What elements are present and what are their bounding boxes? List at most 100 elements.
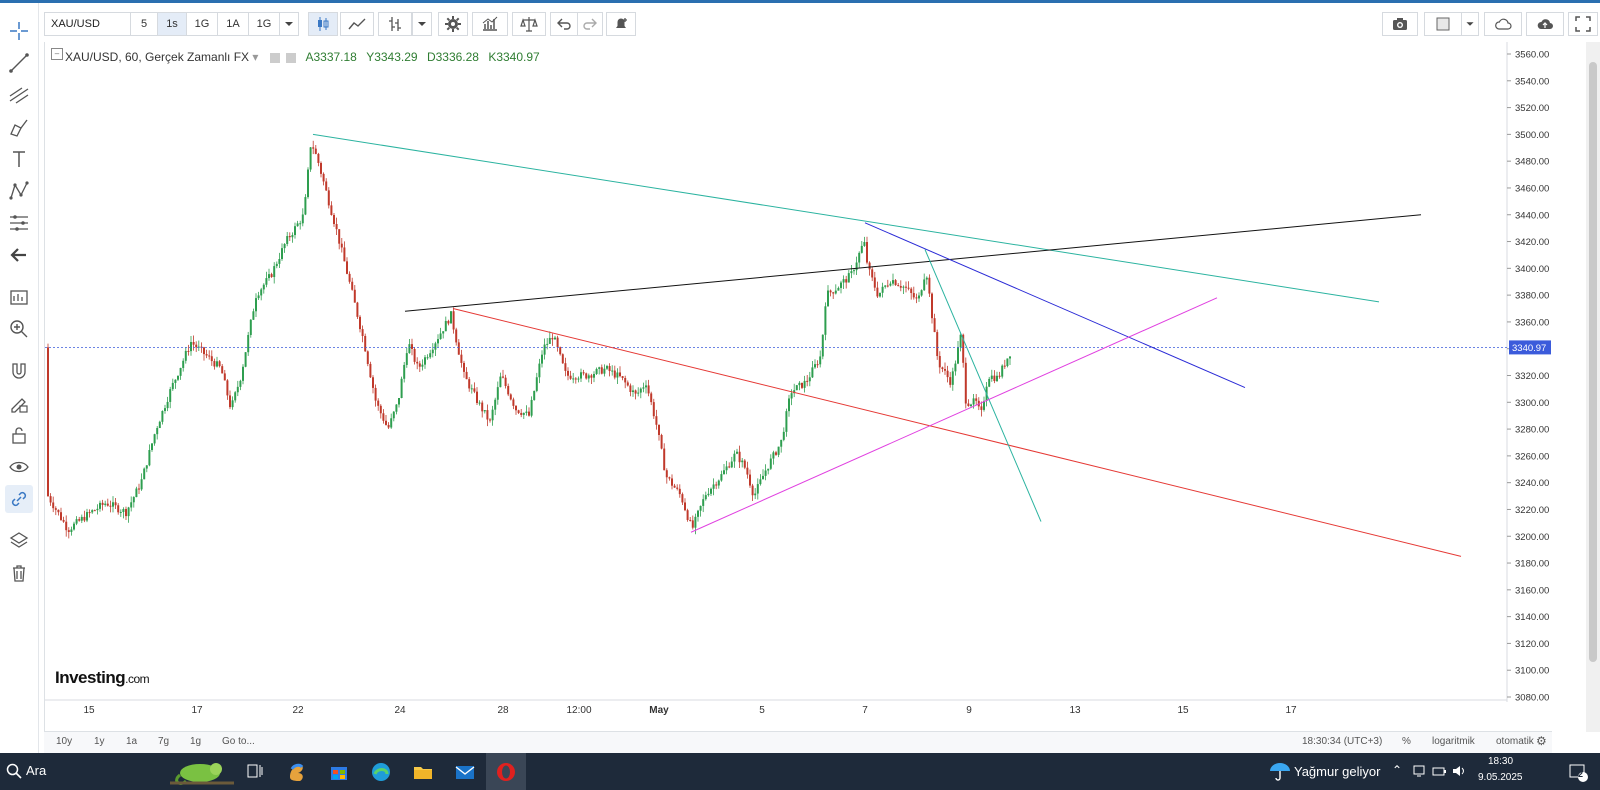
- cloud-save-button[interactable]: [1526, 12, 1564, 36]
- back-arrow-icon[interactable]: [5, 241, 33, 269]
- legend-dropdown-icon[interactable]: ▾: [252, 50, 258, 64]
- candle-body: [624, 377, 627, 383]
- teal-steep-line[interactable]: [924, 249, 1042, 522]
- indicators-button[interactable]: [472, 12, 508, 36]
- pattern-tool-icon[interactable]: [5, 177, 33, 205]
- tray-chevron-icon[interactable]: ⌃: [1392, 763, 1402, 777]
- symbol-input[interactable]: [44, 12, 132, 36]
- time-tick-label: 7: [862, 705, 868, 716]
- auto-toggle[interactable]: otomatik: [1496, 736, 1534, 747]
- goto-button[interactable]: Go to...: [222, 736, 255, 747]
- candle-body: [114, 502, 117, 506]
- red-support-line[interactable]: [452, 308, 1462, 557]
- range-7g[interactable]: 7g: [158, 736, 169, 747]
- edge-icon[interactable]: [370, 761, 392, 783]
- clock-time[interactable]: 18:30: [1488, 756, 1513, 767]
- cloud-load-button[interactable]: [1484, 12, 1522, 36]
- interval-5-button[interactable]: 5: [130, 12, 158, 36]
- link-icon[interactable]: [5, 485, 33, 513]
- candle-body: [119, 511, 122, 513]
- style-dropdown[interactable]: [412, 12, 432, 36]
- interval-1a-button[interactable]: 1A: [217, 12, 249, 36]
- search-label[interactable]: Ara: [26, 763, 46, 778]
- candle-body: [234, 392, 237, 401]
- candle-body: [132, 497, 135, 503]
- redo-button[interactable]: [577, 12, 603, 36]
- undo-button[interactable]: [550, 12, 578, 36]
- interval-dropdown[interactable]: [279, 12, 299, 36]
- candle-body: [515, 405, 517, 411]
- fib-tools-icon[interactable]: [5, 81, 33, 109]
- volume-icon[interactable]: [1452, 764, 1466, 778]
- range-1g[interactable]: 1g: [190, 736, 201, 747]
- box-dropdown[interactable]: [1461, 12, 1479, 36]
- candles-style-button[interactable]: [308, 12, 338, 36]
- opera-browser-icon[interactable]: [486, 753, 526, 790]
- candle-body: [208, 355, 211, 357]
- compare-button[interactable]: [512, 12, 546, 36]
- network-icon[interactable]: [1412, 764, 1426, 778]
- zoom-in-icon[interactable]: [5, 315, 33, 343]
- clock-date[interactable]: 9.05.2025: [1478, 772, 1523, 783]
- candle-body: [468, 379, 471, 389]
- alert-button[interactable]: [606, 12, 636, 36]
- task-view-icon[interactable]: [246, 762, 264, 780]
- screenshot-button[interactable]: [1382, 12, 1418, 36]
- weather-umbrella-icon[interactable]: [1268, 761, 1292, 781]
- candle-body: [673, 485, 676, 488]
- log-toggle[interactable]: logaritmik: [1432, 736, 1475, 747]
- interval-1g-alt-button[interactable]: 1G: [248, 12, 280, 36]
- window-scrollbar[interactable]: [1586, 42, 1600, 732]
- mail-icon[interactable]: [454, 761, 476, 783]
- scrollbar-thumb[interactable]: [1589, 62, 1597, 662]
- candle-body: [151, 443, 153, 451]
- lock-icon[interactable]: [5, 421, 33, 449]
- candle-body: [382, 413, 385, 421]
- crosshair-icon[interactable]: [5, 17, 33, 45]
- range-1a[interactable]: 1a: [126, 736, 137, 747]
- gear-icon[interactable]: ⚙: [1536, 734, 1547, 748]
- price-chart[interactable]: 3560.00 3540.00 3520.00 3500.00 3480.00 3460.…: [45, 42, 1553, 732]
- square-icon: [1436, 17, 1450, 31]
- chart-area[interactable]: 3560.00 3540.00 3520.00 3500.00 3480.00 3460.…: [44, 42, 1553, 732]
- settings-square-icon[interactable]: [269, 52, 280, 63]
- weather-text[interactable]: Yağmur geliyor: [1294, 764, 1380, 779]
- search-icon[interactable]: [6, 762, 22, 780]
- measure-icon[interactable]: [5, 283, 33, 311]
- candle-body: [112, 502, 114, 507]
- interval-1s-button[interactable]: 1s: [157, 12, 187, 36]
- fullscreen-button[interactable]: [1568, 12, 1598, 36]
- brush-icon[interactable]: [5, 113, 33, 141]
- battery-icon[interactable]: [1432, 764, 1446, 778]
- candle-body: [704, 495, 707, 500]
- store-icon[interactable]: [328, 761, 350, 783]
- stay-drawing-icon[interactable]: [5, 389, 33, 417]
- collapse-legend-icon[interactable]: –: [51, 48, 63, 60]
- copilot-icon[interactable]: [286, 761, 308, 783]
- blue-trend-line[interactable]: [864, 222, 1246, 389]
- interval-1g-button[interactable]: 1G: [186, 12, 218, 36]
- trend-line-icon[interactable]: [5, 49, 33, 77]
- candle-body: [205, 354, 208, 356]
- magenta-uptrend-line[interactable]: [690, 297, 1218, 533]
- text-tool-icon[interactable]: [5, 145, 33, 173]
- time-tick-label: 9: [966, 705, 972, 716]
- eye-icon[interactable]: [5, 453, 33, 481]
- close-square-icon[interactable]: [286, 52, 297, 63]
- candle-body: [483, 410, 486, 412]
- range-1y[interactable]: 1y: [94, 736, 105, 747]
- area-style-button[interactable]: [340, 12, 374, 36]
- magnet-icon[interactable]: [5, 357, 33, 385]
- time-axis: 15 17 22 24 28 12:00 May 5 7 9 13 15 17: [45, 699, 1507, 716]
- candle-body: [296, 223, 299, 227]
- layers-icon[interactable]: [5, 527, 33, 555]
- percent-toggle[interactable]: %: [1402, 736, 1411, 747]
- trash-icon[interactable]: [5, 559, 33, 587]
- fullscreen-box-button[interactable]: [1424, 12, 1462, 36]
- candle-body: [517, 410, 520, 413]
- file-explorer-icon[interactable]: [412, 761, 434, 783]
- prediction-tool-icon[interactable]: [5, 209, 33, 237]
- range-10y[interactable]: 10y: [56, 736, 72, 747]
- bars-style-button[interactable]: [378, 12, 412, 36]
- settings-button[interactable]: [438, 12, 468, 36]
